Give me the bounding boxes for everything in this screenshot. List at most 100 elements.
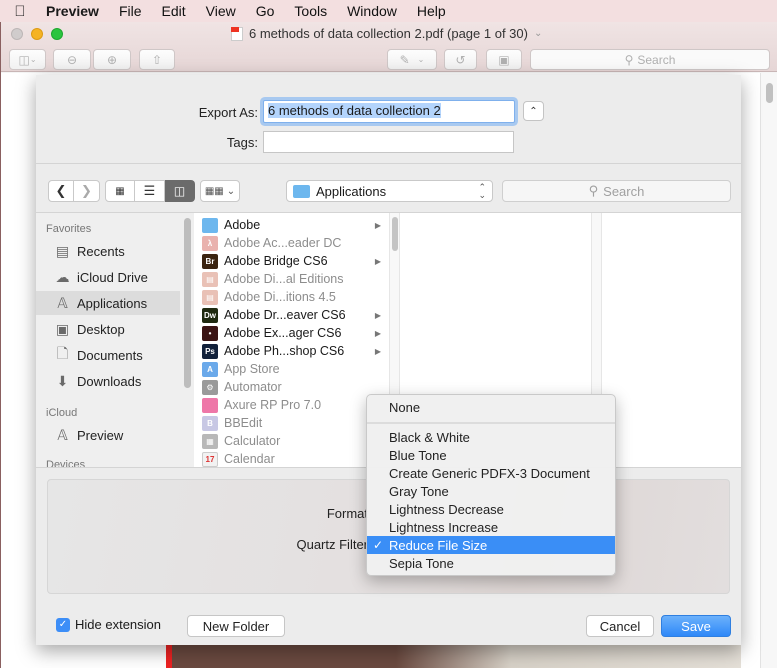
hide-extension-option[interactable]: ✓ Hide extension bbox=[56, 617, 161, 632]
file-row[interactable]: A App Store bbox=[196, 360, 389, 378]
file-row[interactable]: B BBEdit bbox=[196, 414, 389, 432]
disclosure-arrow-icon: ▶ bbox=[374, 256, 381, 266]
toolbox-button[interactable]: ▣ bbox=[486, 49, 522, 70]
file-row[interactable]: ⚙ Automator bbox=[196, 378, 389, 396]
sheet-search-field[interactable]: ⚲ Search bbox=[502, 180, 731, 202]
sheet-search-placeholder: Search bbox=[603, 183, 645, 199]
sidebar-scrollbar[interactable] bbox=[184, 218, 191, 388]
quartz-filter-option[interactable]: Lightness Decrease bbox=[367, 500, 615, 518]
sidebar-item-desktop[interactable]: ▣ Desktop bbox=[36, 317, 180, 341]
menu-app-name[interactable]: Preview bbox=[40, 3, 109, 19]
location-value: Applications bbox=[316, 183, 387, 199]
sidebar: Favorites ▤ Recents ☁ iCloud Drive 𝔸 App… bbox=[36, 213, 194, 467]
column-view-button[interactable]: ◫ bbox=[165, 180, 195, 202]
document-scrollbar[interactable] bbox=[760, 73, 777, 668]
file-row[interactable]: Dw Adobe Dr...eaver CS6 ▶ bbox=[196, 306, 389, 324]
menu-file[interactable]: File bbox=[109, 3, 152, 19]
quartz-filter-menu: None Black & White Blue Tone Create Generic… bbox=[366, 394, 616, 576]
menu-edit[interactable]: Edit bbox=[152, 3, 196, 19]
zoom-out-button[interactable]: ⊖ bbox=[53, 49, 91, 70]
icon-view-button[interactable]: ▦ bbox=[105, 180, 135, 202]
close-button[interactable] bbox=[11, 28, 23, 40]
quartz-filter-option[interactable]: Sepia Tone bbox=[367, 554, 615, 572]
location-popup[interactable]: Applications ⌃ ⌄ bbox=[286, 180, 493, 202]
quartz-filter-option[interactable]: Black & White bbox=[367, 428, 615, 446]
file-row[interactable]: λ Adobe Ac...eader DC bbox=[196, 234, 389, 252]
file-row[interactable]: 17 Calendar bbox=[196, 450, 389, 467]
zoom-out-icon: ⊖ bbox=[66, 52, 78, 67]
forward-button[interactable]: ❯ bbox=[74, 180, 100, 202]
sidebar-item-label: Preview bbox=[77, 427, 124, 443]
file-row[interactable]: ▤ Adobe Di...itions 4.5 bbox=[196, 288, 389, 306]
menu-help[interactable]: Help bbox=[407, 3, 456, 19]
file-name: Adobe Ph...shop CS6 bbox=[224, 344, 345, 358]
automator-icon: ⚙ bbox=[202, 379, 218, 395]
toolbar-search-placeholder: Search bbox=[637, 52, 676, 67]
scrollbar-thumb[interactable] bbox=[392, 217, 398, 251]
file-row[interactable]: Br Adobe Bridge CS6 ▶ bbox=[196, 252, 389, 270]
menu-go[interactable]: Go bbox=[246, 3, 285, 19]
file-name: Calculator bbox=[224, 434, 281, 448]
share-button[interactable]: ⇧ bbox=[139, 49, 175, 70]
quartz-filter-option[interactable]: Create Generic PDFX-3 Document bbox=[367, 464, 615, 482]
export-as-field[interactable]: 6 methods of data collection 2 bbox=[263, 100, 515, 123]
recents-icon: ▤ bbox=[55, 242, 70, 259]
arrange-button[interactable]: ▦▦ ⌄ bbox=[200, 180, 240, 202]
menu-view[interactable]: View bbox=[196, 3, 246, 19]
file-row[interactable]: ▤ Adobe Di...al Editions bbox=[196, 270, 389, 288]
hide-extension-checkbox[interactable]: ✓ bbox=[56, 617, 70, 632]
sidebar-item-downloads[interactable]: ⬇ Downloads bbox=[36, 369, 180, 393]
sidebar-item-documents[interactable]: 🗋 Documents bbox=[36, 343, 180, 367]
sidebar-item-recents[interactable]: ▤ Recents bbox=[36, 239, 180, 263]
tags-label: Tags: bbox=[226, 135, 258, 150]
file-row[interactable]: Adobe ▶ bbox=[196, 216, 389, 234]
apple-menu-icon[interactable]:  bbox=[0, 3, 40, 20]
save-button[interactable]: Save bbox=[661, 615, 731, 637]
markup-button[interactable]: ✎ ⌄ bbox=[387, 49, 437, 70]
file-name: App Store bbox=[224, 362, 280, 376]
bbedit-icon: B bbox=[202, 415, 218, 431]
window-title[interactable]: 6 methods of data collection 2.pdf (page… bbox=[231, 26, 542, 41]
back-button[interactable]: ❮ bbox=[48, 180, 74, 202]
divider bbox=[36, 163, 741, 164]
scrollbar-thumb[interactable] bbox=[766, 83, 773, 103]
zoom-button[interactable] bbox=[51, 28, 63, 40]
new-folder-button[interactable]: New Folder bbox=[187, 615, 285, 637]
sidebar-item-preview[interactable]: 𝔸 Preview bbox=[36, 423, 180, 447]
quartz-filter-option[interactable]: None bbox=[367, 398, 615, 416]
sidebar-toggle-button[interactable]: ◫ ⌄ bbox=[9, 49, 46, 70]
chevron-down-icon: ⌄ bbox=[417, 55, 425, 64]
collapse-dialog-button[interactable]: ⌃ bbox=[523, 101, 544, 121]
list-view-button[interactable]: ☰ bbox=[135, 180, 165, 202]
tags-field[interactable] bbox=[263, 131, 514, 153]
columns-icon: ◫ bbox=[173, 184, 186, 198]
cancel-button[interactable]: Cancel bbox=[586, 615, 654, 637]
chevron-down-icon: ⌄ bbox=[533, 28, 543, 39]
file-row[interactable]: Ps Adobe Ph...shop CS6 ▶ bbox=[196, 342, 389, 360]
sidebar-header-devices: Devices bbox=[46, 459, 86, 467]
file-row[interactable]: Axure RP Pro 7.0 bbox=[196, 396, 389, 414]
extension-manager-icon: • bbox=[202, 325, 218, 341]
menu-tools[interactable]: Tools bbox=[284, 3, 337, 19]
file-row[interactable]: ▦ Calculator bbox=[196, 432, 389, 450]
zoom-in-button[interactable]: ⊕ bbox=[93, 49, 131, 70]
quartz-filter-option[interactable]: Gray Tone bbox=[367, 482, 615, 500]
toolbar-search-field[interactable]: ⚲ Search bbox=[530, 49, 770, 70]
quartz-filter-option[interactable]: Lightness Increase bbox=[367, 518, 615, 536]
file-row[interactable]: • Adobe Ex...ager CS6 ▶ bbox=[196, 324, 389, 342]
sidebar-item-applications[interactable]: 𝔸 Applications bbox=[36, 291, 180, 315]
minimize-button[interactable] bbox=[31, 28, 43, 40]
list-icon: ☰ bbox=[143, 183, 156, 198]
option-label: Lightness Increase bbox=[389, 519, 499, 535]
chevron-right-icon: ❯ bbox=[81, 183, 92, 198]
folder-icon bbox=[202, 217, 218, 233]
applications-icon: 𝔸 bbox=[57, 294, 68, 311]
quartz-filter-option[interactable]: Blue Tone bbox=[367, 446, 615, 464]
rotate-button[interactable]: ↺ bbox=[444, 49, 477, 70]
menu-bar:  Preview File Edit View Go Tools Window… bbox=[0, 0, 777, 22]
menu-window[interactable]: Window bbox=[337, 3, 407, 19]
sidebar-item-icloud-drive[interactable]: ☁ iCloud Drive bbox=[36, 265, 180, 289]
file-name: Automator bbox=[224, 380, 282, 394]
quartz-filter-option[interactable]: ✓ Reduce File Size bbox=[367, 536, 615, 554]
option-label: Blue Tone bbox=[389, 447, 447, 463]
